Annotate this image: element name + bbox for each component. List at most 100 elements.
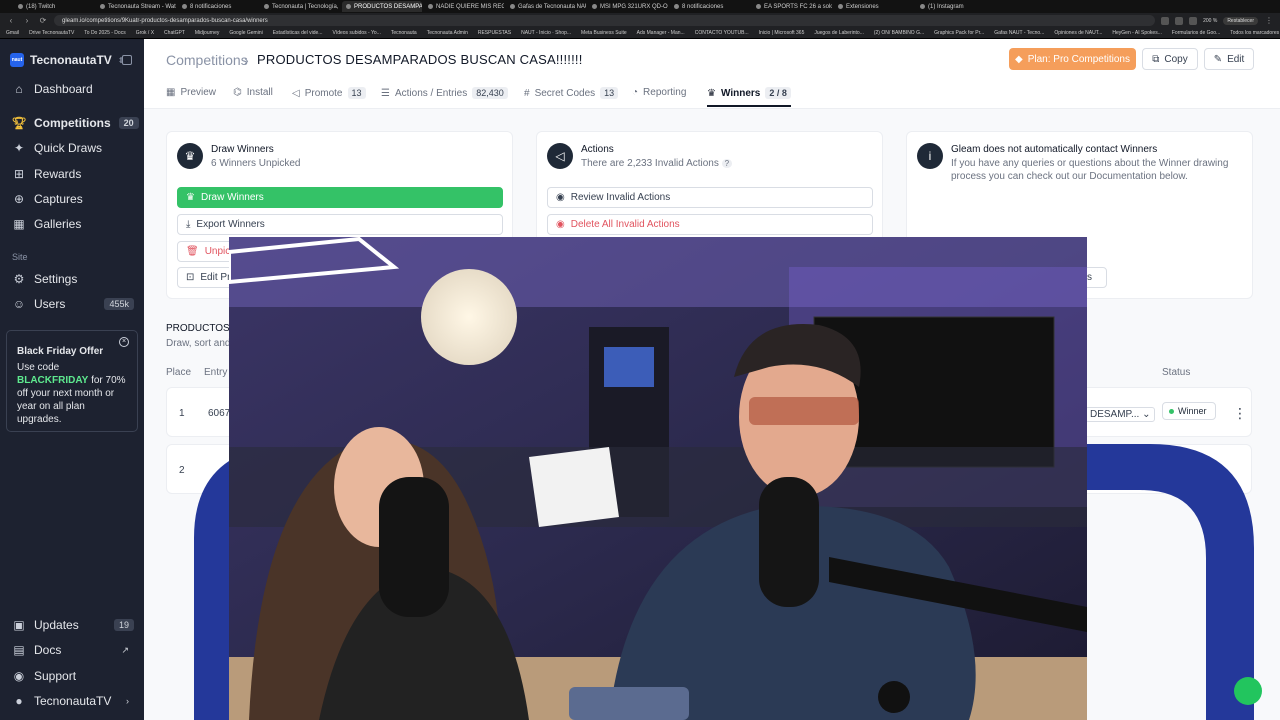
- review-invalid-actions-button[interactable]: ◉ Review Invalid Actions: [547, 187, 873, 208]
- bookmark-item[interactable]: Tecnonauta Admin: [427, 30, 468, 36]
- sidebar-item-updates[interactable]: ▣ Updates 19: [6, 614, 138, 636]
- promo-title: Black Friday Offer: [17, 346, 104, 357]
- home-icon: ⌂: [15, 82, 23, 96]
- sidebar-item-dashboard[interactable]: ⌂ Dashboard: [6, 78, 138, 100]
- browser-tab[interactable]: MSI MPG 321URX QD-OLED: [588, 1, 668, 12]
- tab-actions-entries[interactable]: ☰ Actions / Entries 82,430: [381, 87, 508, 99]
- extension-icon[interactable]: [1161, 16, 1170, 25]
- edit-button[interactable]: ✎ Edit: [1204, 48, 1254, 70]
- bookmark-item[interactable]: (2) ON/ BAMBINO G...: [874, 30, 924, 36]
- bookmark-item[interactable]: Formularios de Goo...: [1172, 30, 1220, 36]
- reload-icon[interactable]: ⟳: [38, 16, 48, 25]
- browser-tab-label: NADIE QUIERE MIS REGALOS!: [436, 3, 504, 10]
- sidebar-item-rewards[interactable]: ⊞ Rewards: [6, 163, 138, 185]
- extension-icon[interactable]: [1189, 16, 1198, 25]
- draw-winners-button[interactable]: ♛ Draw Winners: [177, 187, 503, 208]
- tab-reporting[interactable]: ◔ Reporting: [632, 87, 686, 98]
- sidebar-item-galleries[interactable]: ▦ Galleries: [6, 213, 138, 235]
- bookmark-item[interactable]: Gmail: [6, 30, 19, 36]
- sidebar-item-quick-draws[interactable]: ✦ Quick Draws: [6, 137, 138, 159]
- bookmark-item[interactable]: CONTACTO YOUTUB...: [695, 30, 749, 36]
- chat-widget-button[interactable]: [1234, 677, 1262, 705]
- export-winners-button[interactable]: ⤓ Export Winners: [177, 214, 503, 235]
- browser-tab-label: PRODUCTOS DESAMPARADO: [354, 3, 422, 10]
- tab-secret-codes[interactable]: # Secret Codes 13: [524, 87, 619, 99]
- zoom-level[interactable]: 200 %: [1203, 18, 1217, 24]
- sidebar-item-docs[interactable]: ▤ Docs ↗: [6, 639, 138, 661]
- bookmark-item[interactable]: HeyGen - AI Spokes...: [1112, 30, 1161, 36]
- browser-tab-label: (1) Instagram: [928, 3, 964, 10]
- back-icon[interactable]: ‹: [6, 16, 16, 25]
- status-badge: Winner: [1162, 402, 1216, 420]
- browser-tab[interactable]: 8 notificaciones: [178, 1, 258, 12]
- browser-tab[interactable]: Tecnonauta | Tecnología, noti: [260, 1, 340, 12]
- prize-select[interactable]: DESAMP... ⌄: [1085, 407, 1156, 422]
- breadcrumb-competitions[interactable]: Competitions: [166, 52, 248, 68]
- sidebar-item-captures[interactable]: ⊕ Captures: [6, 188, 138, 210]
- delete-invalid-actions-button[interactable]: ◉ Delete All Invalid Actions: [547, 214, 873, 235]
- url-field[interactable]: gleam.io/competitions/9Kuatr-productos-d…: [54, 15, 1156, 26]
- brand-name: TecnonautaTV: [30, 53, 112, 67]
- tab-count: 82,430: [472, 87, 508, 99]
- bookmark-item[interactable]: Drive TecnonautaTV: [29, 30, 74, 36]
- browser-tab[interactable]: Extensiones: [834, 1, 914, 12]
- browser-tab[interactable]: Gafas de Tecnonauta NAUT: [506, 1, 586, 12]
- browser-tab[interactable]: 8 notificaciones: [670, 1, 750, 12]
- browser-tab-label: MSI MPG 321URX QD-OLED: [600, 3, 668, 10]
- browser-tab[interactable]: EA SPORTS FC 26 a solo 10,5: [752, 1, 832, 12]
- bookmark-item[interactable]: ChatGPT: [164, 30, 185, 36]
- all-bookmarks[interactable]: Todos los marcadores: [1230, 30, 1279, 36]
- browser-tab[interactable]: (1) Instagram: [916, 1, 996, 12]
- bookmark-item[interactable]: To Do 2025 - Docs: [84, 30, 125, 36]
- bookmark-item[interactable]: Vídeos subidos - Yo...: [332, 30, 380, 36]
- sidebar-item-users[interactable]: ☺ Users 455k: [6, 293, 138, 315]
- collapse-sidebar-icon[interactable]: [122, 55, 132, 65]
- sidebar-item-competitions[interactable]: 🏆︎ Competitions 20: [6, 112, 139, 134]
- bookmark-item[interactable]: Google Gemini: [229, 30, 262, 36]
- plan-button[interactable]: ◆ Plan: Pro Competitions: [1009, 48, 1136, 70]
- bookmark-item[interactable]: Graphics Pack for Pr...: [934, 30, 984, 36]
- row-menu-icon[interactable]: ⋮: [1233, 405, 1247, 422]
- browser-tab[interactable]: NADIE QUIERE MIS REGALOS!: [424, 1, 504, 12]
- sidebar-item-label: Updates: [34, 618, 79, 632]
- sidebar-item-account[interactable]: ● TecnonautaTV ›: [6, 690, 138, 712]
- browser-tab[interactable]: (18) Twitch: [14, 1, 94, 12]
- column-header-entry: Entry: [204, 367, 228, 378]
- menu-icon[interactable]: ⋮: [1264, 16, 1274, 25]
- bookmark-item[interactable]: Grok / X: [136, 30, 154, 36]
- extension-icon[interactable]: [1175, 16, 1184, 25]
- promo-body: Use code BLACKFRIDAY for 70% off your ne…: [17, 361, 127, 426]
- browser-tab[interactable]: PRODUCTOS DESAMPARADO: [342, 1, 422, 12]
- sidebar-item-support[interactable]: ◉ Support: [6, 665, 138, 687]
- bookmark-item[interactable]: Opiniones de NAUT...: [1054, 30, 1102, 36]
- edit-icon: ⊡: [186, 272, 195, 283]
- bookmark-item[interactable]: RESPUESTAS: [478, 30, 511, 36]
- tab-preview[interactable]: ▦ Preview: [166, 87, 216, 98]
- chart-icon: ◔: [632, 87, 639, 98]
- brand[interactable]: naut TecnonautaTV ⇕: [10, 53, 125, 67]
- bookmark-item[interactable]: Meta Business Suite: [581, 30, 627, 36]
- favicon-icon: [592, 4, 597, 9]
- tab-winners[interactable]: ♛ Winners 2 / 8: [707, 87, 791, 107]
- bookmark-item[interactable]: Juegos de Laberinto...: [814, 30, 863, 36]
- status-dot: [1169, 408, 1174, 414]
- bookmark-item[interactable]: NAUT - Inicio · Shop...: [521, 30, 571, 36]
- bookmark-item[interactable]: Inicio | Microsoft 365: [759, 30, 805, 36]
- restore-button[interactable]: Restablecer: [1223, 16, 1258, 25]
- bookmark-item[interactable]: Tecnonauta: [391, 30, 417, 36]
- card-title: Gleam does not automatically contact Win…: [951, 144, 1158, 155]
- browser-tab[interactable]: Tecnonauta Stream - Watch L: [96, 1, 176, 12]
- forward-icon[interactable]: ›: [22, 16, 32, 25]
- copy-button[interactable]: ⧉ Copy: [1142, 48, 1198, 70]
- bookmark-item[interactable]: Ads Manager - Man...: [637, 30, 685, 36]
- bookmark-item[interactable]: Estadísticas del vide...: [273, 30, 323, 36]
- tab-install[interactable]: ⌬ Install: [233, 87, 273, 98]
- help-icon[interactable]: ?: [721, 159, 733, 168]
- close-icon[interactable]: ×: [119, 337, 129, 347]
- tab-promote[interactable]: ◁ Promote 13: [292, 87, 366, 99]
- bookmark-item[interactable]: Midjourney: [195, 30, 219, 36]
- megaphone-icon: ◁: [292, 87, 300, 99]
- bookmark-item[interactable]: Gafas NAUT - Tecno...: [994, 30, 1044, 36]
- sidebar-item-settings[interactable]: ⚙ Settings: [6, 268, 138, 290]
- sidebar-item-label: Settings: [34, 272, 78, 286]
